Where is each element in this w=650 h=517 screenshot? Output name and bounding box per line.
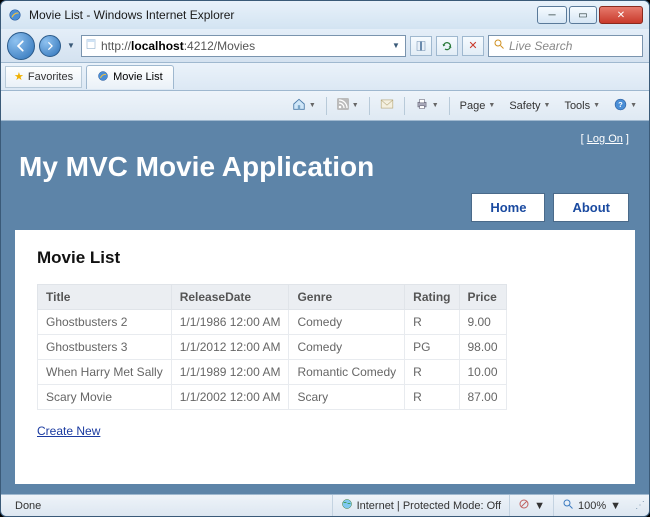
col-title: Title [38,285,172,310]
mail-button[interactable] [374,95,400,117]
window-controls: ─ ▭ ✕ [537,6,643,24]
refresh-button[interactable] [436,36,458,56]
status-bar: Done Internet | Protected Mode: Off ▼ 10… [1,494,649,516]
table-row: When Harry Met Sally 1/1/1989 12:00 AM R… [38,360,507,385]
url-text: http://localhost:4212/Movies [101,39,386,53]
browser-tab[interactable]: Movie List [86,65,174,89]
search-box[interactable]: Live Search [488,35,643,57]
home-icon [292,97,306,114]
app-title: My MVC Movie Application [19,151,635,183]
table-row: Ghostbusters 3 1/1/2012 12:00 AM Comedy … [38,335,507,360]
protected-mode-toggle[interactable]: ▼ [510,495,554,516]
nav-tabs: Home About [15,193,635,222]
tools-menu[interactable]: Tools▼ [558,95,606,117]
zoom-icon [562,498,574,513]
print-icon [415,97,429,114]
tab-label: Movie List [113,71,163,83]
col-price: Price [459,285,506,310]
table-row: Ghostbusters 2 1/1/1986 12:00 AM Comedy … [38,310,507,335]
window-title: Movie List - Windows Internet Explorer [29,8,234,22]
globe-icon [341,498,353,513]
col-genre: Genre [289,285,405,310]
home-button[interactable]: ▼ [286,95,322,117]
star-icon: ★ [14,70,24,83]
page-menu[interactable]: Page▼ [454,95,502,117]
movies-table: Title ReleaseDate Genre Rating Price Gho… [37,284,507,410]
logon-link[interactable]: Log On [587,133,623,145]
status-zone: Internet | Protected Mode: Off [333,495,511,516]
col-date: ReleaseDate [171,285,289,310]
feeds-button[interactable]: ▼ [331,95,365,117]
favorites-button[interactable]: ★ Favorites [5,66,82,88]
help-button[interactable]: ? ▼ [608,95,643,117]
search-placeholder: Live Search [509,39,572,53]
titlebar: Movie List - Windows Internet Explorer ─… [1,1,649,29]
print-button[interactable]: ▼ [409,95,445,117]
maximize-button[interactable]: ▭ [569,6,597,24]
page-icon [85,38,97,53]
help-icon: ? [614,98,627,114]
forward-button[interactable] [39,35,61,57]
address-dropdown[interactable]: ▼ [390,41,402,50]
safety-menu[interactable]: Safety▼ [503,95,556,117]
nav-home[interactable]: Home [471,193,545,222]
tab-favicon-icon [97,70,109,85]
shield-off-icon [518,498,530,513]
create-new-link[interactable]: Create New [37,424,100,438]
table-header-row: Title ReleaseDate Genre Rating Price [38,285,507,310]
nav-about[interactable]: About [553,193,629,222]
favicon-icon [7,7,23,23]
browser-window: Movie List - Windows Internet Explorer ─… [0,0,650,517]
content-card: Movie List Title ReleaseDate Genre Ratin… [15,230,635,484]
rss-icon [337,98,349,113]
zoom-control[interactable]: 100% ▼ [554,495,629,516]
favorites-label: Favorites [28,71,73,83]
search-icon [493,38,505,53]
minimize-button[interactable]: ─ [537,6,567,24]
resize-grip[interactable]: ⋰ [629,500,643,511]
col-rating: Rating [405,285,459,310]
table-row: Scary Movie 1/1/2002 12:00 AM Scary R 87… [38,385,507,410]
page-heading: Movie List [37,248,613,268]
close-button[interactable]: ✕ [599,6,643,24]
compat-view-button[interactable] [410,36,432,56]
status-done: Done [7,495,333,516]
stop-button[interactable]: ✕ [462,36,484,56]
command-bar: ▼ ▼ ▼ Page▼ Safety▼ Tools▼ ? ▼ [1,91,649,121]
page-viewport: [ Log On ] My MVC Movie Application Home… [1,121,649,494]
logon-row: [ Log On ] [15,131,635,149]
history-dropdown[interactable]: ▼ [65,41,77,50]
navigation-bar: ▼ http://localhost:4212/Movies ▼ ✕ Live … [1,29,649,63]
mail-icon [380,98,394,113]
address-bar[interactable]: http://localhost:4212/Movies ▼ [81,35,406,57]
favorites-bar: ★ Favorites Movie List [1,63,649,91]
svg-text:?: ? [618,100,623,109]
back-button[interactable] [7,32,35,60]
